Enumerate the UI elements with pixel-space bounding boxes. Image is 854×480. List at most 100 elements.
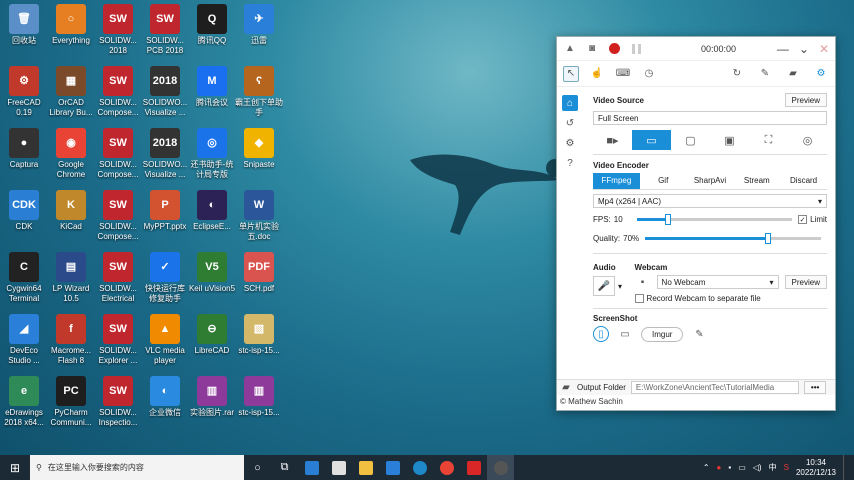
refresh-icon[interactable]: ↻ (729, 66, 745, 82)
gear-icon[interactable]: ⚙ (562, 135, 578, 151)
codec-select[interactable]: Mp4 (x264 | AAC) ▾ (593, 194, 827, 208)
desktop-icon[interactable]: ◆ Snipaste (235, 128, 283, 170)
home-icon[interactable]: ⌂ (562, 95, 578, 111)
recording-tray-icon[interactable]: ● (717, 463, 722, 472)
desktop-icon[interactable]: PDF SCH.pdf (235, 252, 283, 294)
desktop-icon[interactable]: SW SOLIDW... Compose... (94, 190, 142, 242)
folder-icon[interactable]: ▰ (785, 66, 801, 82)
desktop-icon[interactable]: ✈ 迅雷 (235, 4, 283, 46)
desktop-icon[interactable]: ◢ DevEco Studio ... (0, 314, 48, 366)
gamepad-source-icon[interactable]: ◎ (788, 130, 827, 150)
store-app-icon[interactable] (325, 455, 352, 480)
microphone-icon[interactable]: 🎤 (593, 276, 615, 296)
tab-sharpavi[interactable]: SharpAvi (687, 173, 734, 189)
desktop-icon[interactable]: ▥ stc-isp-15... (235, 376, 283, 418)
desktop-icon[interactable]: ◐ 企业微信 (141, 376, 189, 418)
record-button[interactable] (607, 42, 621, 56)
desktop-icon[interactable]: C Cygwin64 Terminal (0, 252, 48, 304)
chevron-down-icon[interactable]: ⌄ (799, 42, 809, 56)
settings-icon[interactable]: ⚙ (813, 66, 829, 82)
desktop-icon[interactable]: ▥ 实验图片.rar (188, 376, 236, 418)
file-explorer-icon[interactable] (352, 455, 379, 480)
webcam-source-icon[interactable]: ■▸ (593, 130, 632, 150)
minimize-icon[interactable]: — (777, 42, 789, 56)
desktop-icon[interactable]: SW SOLIDW... 2018 (94, 4, 142, 56)
video-source-preview-button[interactable]: Preview (784, 93, 827, 107)
desktop-icon[interactable]: SW SOLIDW... Inspectio... (94, 376, 142, 428)
desktop-icon[interactable]: ● Captura (0, 128, 48, 170)
save-to-disk-icon[interactable]: ▯ (593, 326, 609, 342)
desktop-icon[interactable]: V5 Keil uVision5 (188, 252, 236, 294)
quality-slider[interactable] (645, 233, 821, 244)
desktop-icon[interactable]: SW SOLIDW... Compose... (94, 66, 142, 118)
more-options-button[interactable]: ••• (803, 381, 827, 394)
taskbar-search[interactable]: ⚲ 在这里输入你要搜索的内容 (30, 455, 244, 480)
help-icon[interactable]: ? (562, 155, 578, 171)
desktop-icon[interactable]: ▤ LP Wizard 10.5 (47, 252, 95, 304)
desktop-icon[interactable]: K KiCad (47, 190, 95, 232)
chrome-taskbar-icon[interactable] (433, 455, 460, 480)
desktop-icon[interactable]: ◐ EclipseE... (188, 190, 236, 232)
desktop-icon[interactable]: ▲ VLC media player (141, 314, 189, 366)
screen-source-icon[interactable]: ▭ (632, 130, 671, 150)
tab-stream[interactable]: Stream (733, 173, 780, 189)
record-separate-checkbox[interactable] (634, 294, 644, 303)
desktop-icon[interactable]: PC PyCharm Communi... (47, 376, 95, 428)
desktop-icon[interactable]: e eDrawings 2018 x64... (0, 376, 48, 428)
network-icon[interactable]: ▭ (738, 463, 746, 472)
audio-dropdown-icon[interactable]: ▾ (618, 282, 622, 291)
brush-icon[interactable]: ✎ (757, 66, 773, 82)
cortana-icon[interactable]: ○ (244, 455, 271, 480)
monitor-source-icon[interactable]: ▢ (671, 130, 710, 150)
fps-slider[interactable] (636, 214, 793, 225)
desktop-icon[interactable]: 2018 SOLIDWO... Visualize ... (141, 66, 189, 118)
desktop-icon[interactable]: Q 腾讯QQ (188, 4, 236, 46)
cursor-icon[interactable]: ↖ (563, 65, 579, 82)
desktop-icon[interactable]: SW SOLIDW... Compose... (94, 128, 142, 180)
tray-app-icon[interactable]: ▪ (728, 463, 731, 472)
collapse-icon[interactable]: ▲ (563, 42, 577, 56)
ime-indicator[interactable]: 中 (769, 462, 777, 473)
volume-icon[interactable]: ◁) (753, 463, 762, 472)
sogou-icon[interactable]: S (784, 463, 789, 472)
window-source-icon[interactable]: ▣ (710, 130, 749, 150)
thunder-taskbar-icon[interactable] (379, 455, 406, 480)
folder-icon[interactable]: ▰ (560, 380, 572, 396)
desktop-icon[interactable]: CDK CDK (0, 190, 48, 232)
desktop-icon[interactable]: ⚙ FreeCAD 0.19 (0, 66, 48, 118)
desktop-icon[interactable]: W 单片机实验五.doc (235, 190, 283, 242)
desktop-icon[interactable]: M 腾讯会议 (188, 66, 236, 108)
desktop-icon[interactable]: ○ Everything (47, 4, 95, 46)
desktop-icon[interactable]: ▧ stc-isp-15... (235, 314, 283, 356)
tab-discard[interactable]: Discard (780, 173, 827, 189)
desktop-icon[interactable]: ⊖ LibreCAD (188, 314, 236, 356)
video-source-field[interactable]: Full Screen (593, 111, 827, 125)
desktop-icon[interactable]: ◎ 还书助手-统计局专版 (188, 128, 236, 180)
click-icon[interactable]: ☝ (589, 66, 605, 82)
desktop-icon[interactable]: SW SOLIDW... PCB 2018 (141, 4, 189, 56)
desktop-icon[interactable]: 2018 SOLIDWO... Visualize ... (141, 128, 189, 180)
timer-icon[interactable]: ◷ (641, 66, 657, 82)
clipboard-icon[interactable]: ▭ (617, 326, 633, 342)
imgur-button[interactable]: Imgur (641, 326, 684, 342)
camera-icon[interactable]: ◙ (585, 42, 599, 56)
desktop-icon[interactable]: 🗑 回收站 (0, 4, 48, 46)
desktop-icon[interactable]: ✓ 快快运行库 修复助手 (141, 252, 189, 304)
windows-start-icon[interactable]: ⊞ (0, 461, 30, 475)
desktop-icon[interactable]: f Macrome... Flash 8 (47, 314, 95, 366)
edge-taskbar-icon[interactable] (406, 455, 433, 480)
edit-pencil-icon[interactable]: ✎ (691, 326, 707, 342)
captura-taskbar-icon[interactable] (487, 455, 514, 480)
close-icon[interactable]: ✕ (819, 42, 829, 56)
quality-slider-handle[interactable] (765, 233, 772, 244)
webcam-preview-button[interactable]: Preview (784, 275, 827, 289)
desktop-icon[interactable]: SW SOLIDW... Explorer ... (94, 314, 142, 366)
desktop-icon[interactable]: ʕ 霸王创下单助手 (235, 66, 283, 118)
history-icon[interactable]: ↺ (562, 115, 578, 131)
taskbar-clock[interactable]: 10:34 2022/12/13 (796, 458, 836, 478)
limit-checkbox[interactable]: ✓ (798, 215, 808, 224)
chevron-up-icon[interactable]: ⌃ (703, 463, 710, 472)
output-folder-path[interactable]: E:\WorkZone\AncientTec\TutorialMedia (630, 381, 799, 394)
keyboard-icon[interactable]: ⌨ (615, 66, 631, 82)
tab-gif[interactable]: Gif (640, 173, 687, 189)
